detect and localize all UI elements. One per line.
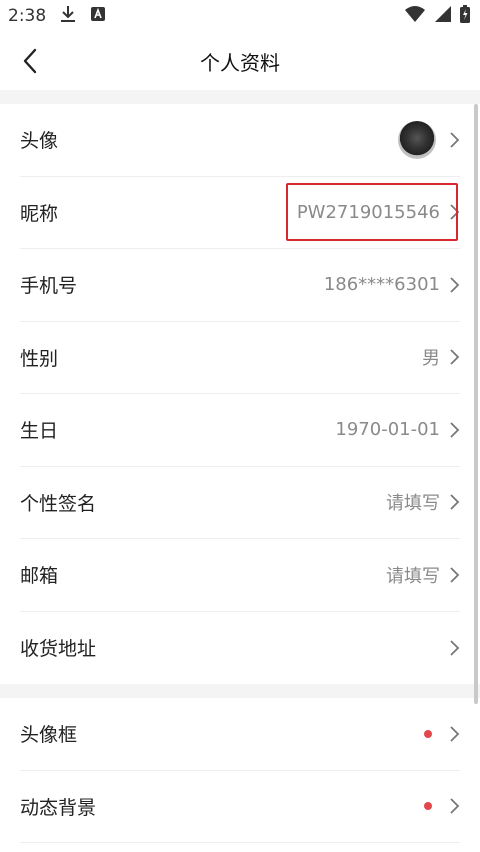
chevron-right-icon (450, 422, 460, 438)
row-birthday[interactable]: 生日 1970-01-01 (20, 394, 460, 467)
row-value: 请填写 (386, 565, 440, 587)
row-value: 男 (422, 348, 440, 370)
row-signature[interactable]: 个性签名 请填写 (20, 467, 460, 539)
row-value: 1970-01-01 (335, 419, 440, 441)
avatar (398, 120, 436, 159)
row-address[interactable]: 收货地址 (20, 612, 460, 685)
page-title: 个人资料 (200, 50, 280, 75)
row-label: 邮箱 (20, 565, 59, 588)
row-avatar-frame[interactable]: 头像框 (20, 698, 460, 771)
status-bar: 2:38 (0, 0, 480, 32)
wifi-icon (404, 5, 426, 28)
row-gender[interactable]: 性别 男 (20, 322, 460, 394)
row-label: 收货地址 (20, 638, 97, 661)
row-label: 头像 (20, 130, 59, 153)
row-label: 生日 (20, 420, 59, 443)
row-label: 昵称 (20, 202, 59, 225)
row-label: 手机号 (20, 275, 78, 298)
row-dynamic-background[interactable]: 动态背景 (20, 771, 460, 843)
new-indicator-dot (424, 729, 432, 738)
chevron-right-icon (450, 494, 460, 510)
chevron-right-icon (450, 349, 460, 365)
row-phone[interactable]: 手机号 186****6301 (20, 249, 460, 322)
back-button[interactable] (14, 44, 46, 78)
row-label: 性别 (20, 347, 59, 370)
signal-icon (434, 5, 452, 28)
row-avatar[interactable]: 头像 (20, 104, 460, 177)
decor-section: 头像框 动态背景 (0, 698, 480, 843)
back-arrow-icon (23, 48, 37, 74)
row-label: 个性签名 (20, 492, 97, 515)
row-label: 动态背景 (20, 796, 97, 819)
section-divider (0, 90, 480, 104)
profile-section: 头像 昵称 PW2719015546 手机号 186****6301 性别 男 … (0, 104, 480, 684)
app-notification-icon (90, 6, 106, 27)
row-value: 186****6301 (323, 274, 440, 296)
section-divider (0, 684, 480, 698)
row-value: PW2719015546 (296, 201, 440, 223)
chevron-right-icon (450, 726, 460, 742)
battery-icon (460, 4, 470, 28)
row-label: 头像框 (20, 724, 78, 747)
nav-bar: 个人资料 (0, 32, 480, 90)
row-nickname[interactable]: 昵称 PW2719015546 (20, 177, 460, 249)
chevron-right-icon (450, 567, 460, 583)
status-time: 2:38 (8, 6, 47, 26)
download-icon (60, 5, 76, 28)
chevron-right-icon (450, 798, 460, 814)
row-value: 请填写 (386, 493, 440, 515)
chevron-right-icon (450, 277, 460, 293)
new-indicator-dot (424, 802, 432, 811)
chevron-right-icon (450, 204, 460, 220)
chevron-right-icon (450, 132, 460, 148)
chevron-right-icon (450, 640, 460, 656)
scrollbar[interactable] (474, 104, 478, 704)
row-email[interactable]: 邮箱 请填写 (20, 539, 460, 612)
